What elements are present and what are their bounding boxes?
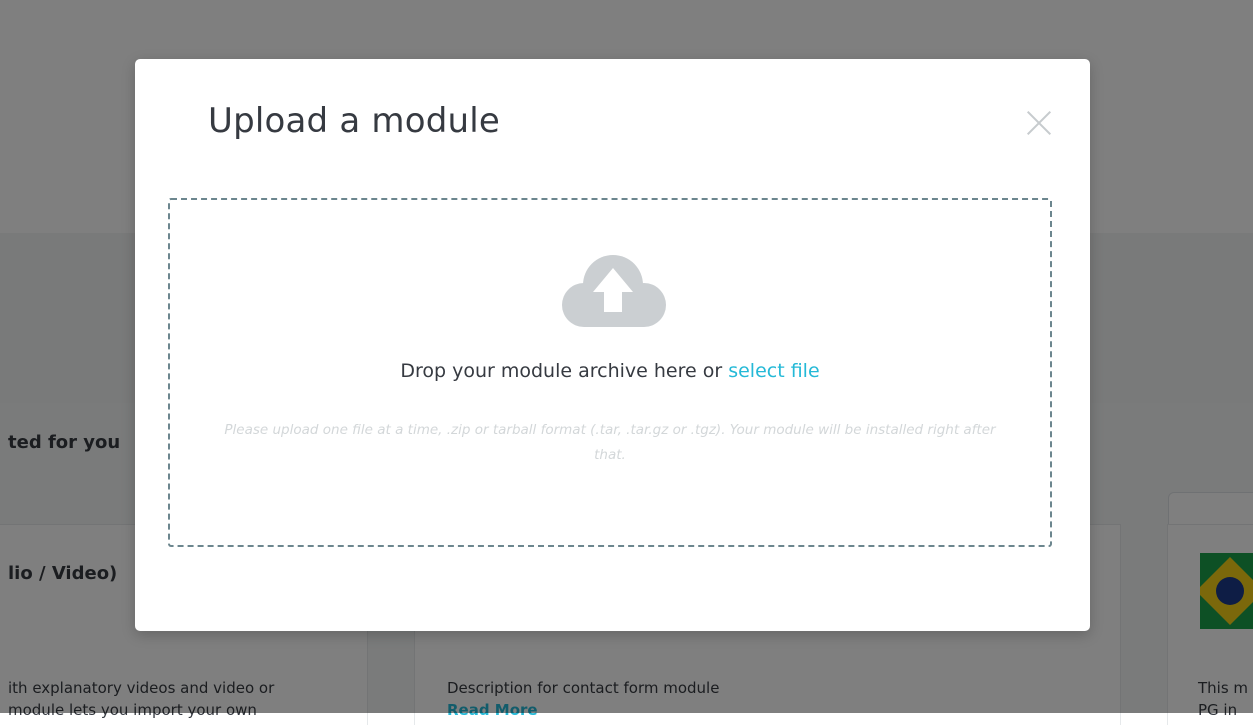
file-dropzone[interactable]: Drop your module archive here or select …: [168, 198, 1052, 547]
upload-module-dialog: Upload a module Drop your module archive…: [135, 59, 1090, 631]
close-icon[interactable]: [1023, 107, 1055, 139]
upload-hint: Please upload one file at a time, .zip o…: [224, 422, 996, 463]
cloud-upload-icon: [562, 255, 666, 327]
select-file-link[interactable]: select file: [728, 360, 819, 382]
drop-text: Drop your module archive here or: [400, 360, 729, 382]
dialog-title: Upload a module: [208, 101, 500, 141]
drop-instructions: Drop your module archive here or select …: [170, 360, 1050, 382]
